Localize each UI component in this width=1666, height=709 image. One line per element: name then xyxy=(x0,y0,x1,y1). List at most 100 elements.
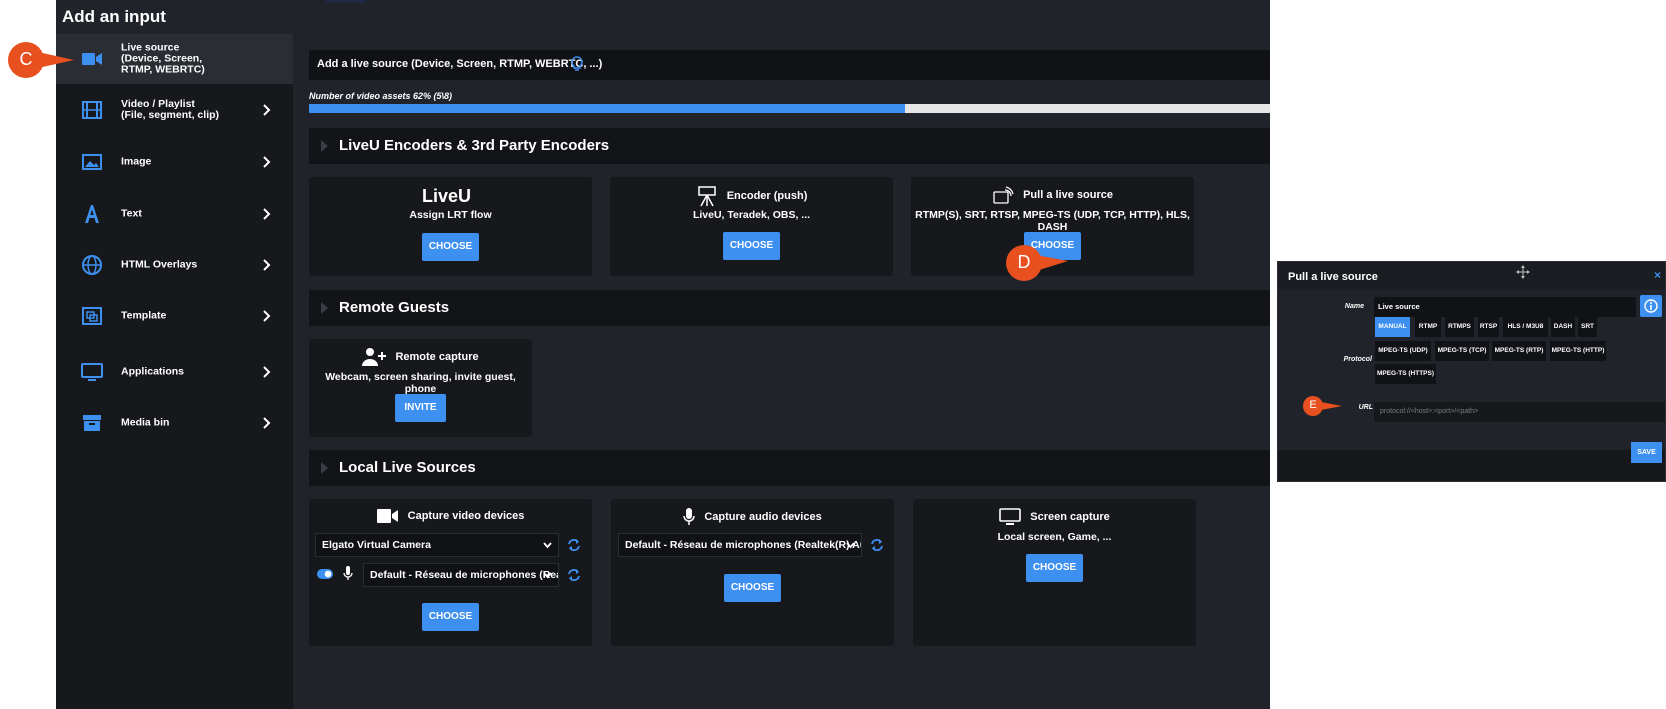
protocol-hls[interactable]: HLS / M3U8 xyxy=(1503,317,1548,337)
section-title: Local Live Sources xyxy=(339,459,476,476)
sidebar-item-html-overlays[interactable]: HTML Overlays xyxy=(56,240,293,290)
card-screen-capture: Screen capture Local screen, Game, ... C… xyxy=(913,499,1196,646)
card-subtitle: Assign LRT flow xyxy=(409,209,492,221)
protocol-srt[interactable]: SRT xyxy=(1578,317,1597,337)
card-header: Remote capture xyxy=(309,347,532,367)
image-icon xyxy=(82,154,102,170)
callout-c-label: C xyxy=(19,49,33,69)
card-subtitle: Local screen, Game, ... xyxy=(997,531,1112,543)
sidebar-item-image[interactable]: Image xyxy=(56,136,293,188)
chevron-right-icon xyxy=(263,310,271,322)
card-title: Capture video devices xyxy=(407,509,525,522)
card-liveu: LiveU Assign LRT flow CHOOSE xyxy=(309,177,592,276)
sidebar-item-label: Live source (Device, Screen, RTMP, WEBRT… xyxy=(121,41,205,76)
dialog-footer xyxy=(1278,450,1665,481)
sidebar-item-template[interactable]: Template xyxy=(56,290,293,342)
sidebar-item-label: Video / Playlist (File, segment, clip) xyxy=(121,98,220,121)
card-title: Screen capture xyxy=(1030,510,1110,523)
invite-button[interactable]: INVITE xyxy=(395,394,446,422)
film-icon xyxy=(82,101,102,119)
video-device-select[interactable]: Elgato Virtual Camera xyxy=(315,533,559,557)
chevron-right-icon xyxy=(263,104,271,116)
progress-fill xyxy=(309,104,905,113)
pull-live-source-dialog: Pull a live source × Name Live source Pr… xyxy=(1277,261,1666,482)
window-header: Add an input xyxy=(56,0,1270,34)
info-text: Add a live source (Device, Screen, RTMP,… xyxy=(317,58,603,70)
url-field[interactable]: protocol://<host>:<port>/<path> xyxy=(1374,402,1665,422)
protocol-mpegts-udp[interactable]: MPEG-TS (UDP) xyxy=(1375,341,1431,361)
protocol-mpegts-rtp[interactable]: MPEG-TS (RTP) xyxy=(1492,341,1546,361)
card-capture-audio: Capture audio devices Default - Réseau d… xyxy=(611,499,894,646)
choose-encoder-button[interactable]: CHOOSE xyxy=(723,232,780,260)
monitor-icon xyxy=(81,363,103,381)
microphone-icon xyxy=(343,566,353,580)
protocol-mpegts-tcp[interactable]: MPEG-TS (TCP) xyxy=(1435,341,1489,361)
toggle-switch[interactable] xyxy=(317,569,333,579)
archive-icon xyxy=(83,415,101,431)
selected-value: Default - Réseau de microphones (Realtek… xyxy=(625,539,862,551)
section-title: LiveU Encoders & 3rd Party Encoders xyxy=(339,137,610,154)
video-camera-icon xyxy=(376,509,398,523)
choose-screen-capture-button[interactable]: CHOOSE xyxy=(1026,554,1083,582)
choose-liveu-button[interactable]: CHOOSE xyxy=(422,233,479,261)
card-header: Screen capture xyxy=(913,508,1196,526)
chevron-right-icon xyxy=(263,366,271,378)
card-subtitle: LiveU, Teradek, OBS, ... xyxy=(692,209,811,221)
sidebar-item-text[interactable]: Text xyxy=(56,188,293,240)
video-camera-icon xyxy=(82,53,102,65)
microphone-icon xyxy=(683,508,696,525)
refresh-icon[interactable] xyxy=(567,568,581,582)
liveu-logo: LiveU xyxy=(422,186,471,206)
audio-device-select[interactable]: Default - Réseau de microphones (Realtek… xyxy=(363,563,559,587)
screenshot-root: Add an input Live source (Device, Screen… xyxy=(0,0,1666,709)
callout-d-label: D xyxy=(1017,252,1031,272)
section-local-live-sources[interactable]: Local Live Sources xyxy=(309,450,1270,486)
live-broadcast-icon xyxy=(993,186,1014,204)
section-remote-guests[interactable]: Remote Guests xyxy=(309,290,1270,326)
info-button[interactable] xyxy=(1640,295,1662,317)
card-title: Remote capture xyxy=(395,350,479,363)
header-accent-strip xyxy=(326,0,366,3)
sidebar-item-media-bin[interactable]: Media bin xyxy=(56,398,293,448)
globe-icon xyxy=(82,255,102,275)
sidebar-item-live-source[interactable]: Live source (Device, Screen, RTMP, WEBRT… xyxy=(56,34,293,84)
sidebar-item-applications[interactable]: Applications xyxy=(56,346,293,398)
sidebar-item-label: HTML Overlays xyxy=(121,258,198,271)
name-field[interactable]: Live source xyxy=(1374,297,1636,317)
protocol-label: Protocol xyxy=(1343,356,1372,363)
sidebar-item-video-playlist[interactable]: Video / Playlist (File, segment, clip) xyxy=(56,84,293,136)
chevron-right-icon xyxy=(263,208,271,220)
chevron-right-icon xyxy=(263,259,271,271)
progress-label: Number of video assets 62% (5\8) xyxy=(309,91,453,101)
chevron-down-icon xyxy=(846,542,855,549)
protocol-mpegts-https[interactable]: MPEG-TS (HTTPS) xyxy=(1375,364,1436,384)
refresh-icon[interactable] xyxy=(567,538,581,552)
close-icon[interactable]: × xyxy=(1654,268,1661,282)
chevron-right-icon xyxy=(263,417,271,429)
selected-value: Default - Réseau de microphones (Realtek… xyxy=(370,569,558,581)
protocol-manual[interactable]: MANUAL xyxy=(1375,317,1410,337)
save-button[interactable]: SAVE xyxy=(1631,442,1662,463)
window-title: Add an input xyxy=(62,7,166,26)
protocol-rtmp[interactable]: RTMP xyxy=(1415,317,1441,337)
protocol-mpegts-http[interactable]: MPEG-TS (HTTP) xyxy=(1550,341,1606,361)
section-encoders[interactable]: LiveU Encoders & 3rd Party Encoders xyxy=(309,128,1270,164)
callout-c: C xyxy=(2,40,82,80)
name-label: Name xyxy=(1344,303,1364,310)
caret-right-icon xyxy=(321,462,328,474)
info-icon xyxy=(1644,299,1658,313)
choose-audio-device-button[interactable]: CHOOSE xyxy=(724,574,781,602)
protocol-dash[interactable]: DASH xyxy=(1551,317,1575,337)
move-icon[interactable] xyxy=(1516,265,1530,279)
choose-video-device-button[interactable]: CHOOSE xyxy=(422,603,479,631)
refresh-icon[interactable] xyxy=(870,538,884,552)
sidebar-item-label: Image xyxy=(121,155,152,168)
protocol-rtsp[interactable]: RTSP xyxy=(1478,317,1499,337)
audio-device-select[interactable]: Default - Réseau de microphones (Realtek… xyxy=(618,533,862,557)
lightbulb-icon[interactable] xyxy=(571,56,583,73)
progress-bar xyxy=(309,104,1270,113)
card-title: Pull a live source xyxy=(1023,188,1113,201)
card-remote-capture: Remote capture Webcam, screen sharing, i… xyxy=(309,339,532,437)
chevron-right-icon xyxy=(263,156,271,168)
protocol-rtmps[interactable]: RTMPS xyxy=(1445,317,1474,337)
